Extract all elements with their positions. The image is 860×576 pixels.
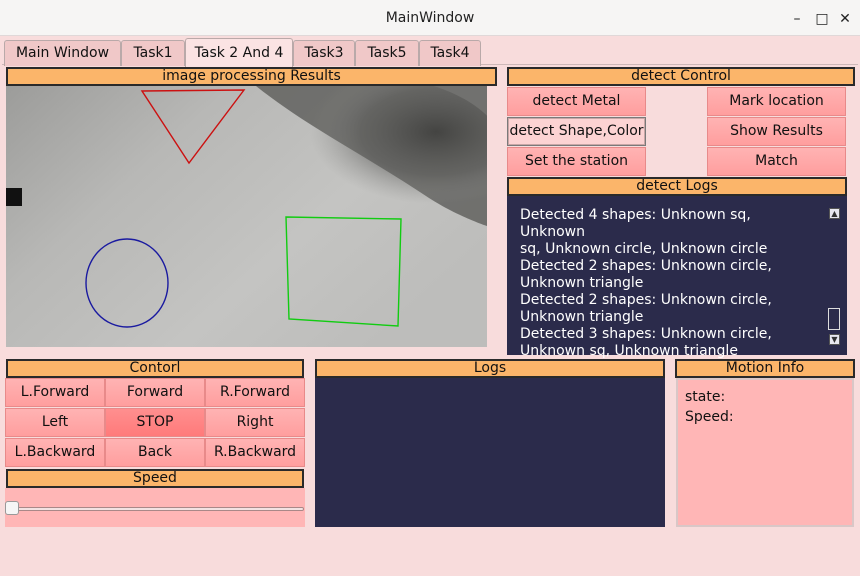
- speed-label: Speed:: [685, 409, 734, 425]
- speed-slider-track[interactable]: [8, 507, 304, 511]
- log-line: Detected 2 shapes: Unknown circle,: [520, 258, 772, 274]
- minimize-icon[interactable]: –: [790, 12, 804, 26]
- tab-task5[interactable]: Task5: [355, 40, 419, 66]
- log-line: Detected 2 shapes: Unknown circle,: [520, 292, 772, 308]
- logs-header: Logs: [315, 359, 665, 378]
- tab-task4[interactable]: Task4: [419, 40, 481, 66]
- motion-info-panel: state: Speed:: [676, 378, 854, 527]
- forward-button[interactable]: Forward: [105, 378, 205, 407]
- left-button[interactable]: Left: [5, 408, 105, 437]
- detect-logs-box[interactable]: Detected 4 shapes: Unknown sq, Unknown s…: [507, 196, 847, 359]
- log-line: Unknown triangle: [520, 275, 644, 291]
- window-title: MainWindow: [385, 10, 475, 26]
- speed-header: Speed: [6, 469, 304, 488]
- state-label: state:: [685, 389, 726, 405]
- motion-info-header: Motion Info: [675, 359, 855, 378]
- tab-task1[interactable]: Task1: [121, 40, 185, 66]
- dark-marker: [6, 188, 22, 206]
- detect-logs-header: detect Logs: [507, 177, 847, 196]
- set-station-button[interactable]: Set the station: [507, 147, 646, 176]
- maximize-icon[interactable]: □: [815, 12, 829, 26]
- detect-control-header: detect Control: [507, 67, 855, 86]
- back-button[interactable]: Back: [105, 438, 205, 467]
- log-line: sq, Unknown circle, Unknown circle: [520, 241, 768, 257]
- camera-image: [6, 86, 487, 347]
- scroll-down-icon[interactable]: ▼: [829, 334, 840, 345]
- scroll-thumb[interactable]: [828, 308, 840, 330]
- match-button[interactable]: Match: [707, 147, 846, 176]
- l-forward-button[interactable]: L.Forward: [5, 378, 105, 407]
- log-line: Detected 3 shapes: Unknown circle,: [520, 326, 772, 342]
- tab-task3[interactable]: Task3: [293, 40, 355, 66]
- close-icon[interactable]: ✕: [838, 12, 852, 26]
- tab-task-2-and-4[interactable]: Task 2 And 4: [185, 38, 293, 67]
- camera-image-canvas: [6, 86, 487, 347]
- control-header: Contorl: [6, 359, 304, 378]
- log-line: Detected 4 shapes: Unknown sq, Unknown: [520, 207, 751, 240]
- right-button[interactable]: Right: [205, 408, 305, 437]
- show-results-button[interactable]: Show Results: [707, 117, 846, 146]
- r-forward-button[interactable]: R.Forward: [205, 378, 305, 407]
- log-line: Unknown triangle: [520, 309, 644, 325]
- detect-metal-button[interactable]: detect Metal: [507, 87, 646, 116]
- log-line: Unknown sq, Unknown triangle: [520, 343, 738, 359]
- detect-logs-text: Detected 4 shapes: Unknown sq, Unknown s…: [520, 207, 820, 360]
- detect-shape-color-button[interactable]: detect Shape,Color: [507, 117, 646, 146]
- mark-location-button[interactable]: Mark location: [707, 87, 846, 116]
- stop-button[interactable]: STOP: [105, 408, 205, 437]
- title-bar: MainWindow – □ ✕: [0, 0, 860, 36]
- speed-slider-handle[interactable]: [5, 501, 19, 515]
- logs-box[interactable]: [315, 378, 665, 527]
- image-results-header: image processing Results: [6, 67, 497, 86]
- r-backward-button[interactable]: R.Backward: [205, 438, 305, 467]
- detect-logs-scrollbar[interactable]: ▲ ▼: [827, 202, 841, 349]
- tab-main-window[interactable]: Main Window: [4, 40, 121, 66]
- scroll-up-icon[interactable]: ▲: [829, 208, 840, 219]
- l-backward-button[interactable]: L.Backward: [5, 438, 105, 467]
